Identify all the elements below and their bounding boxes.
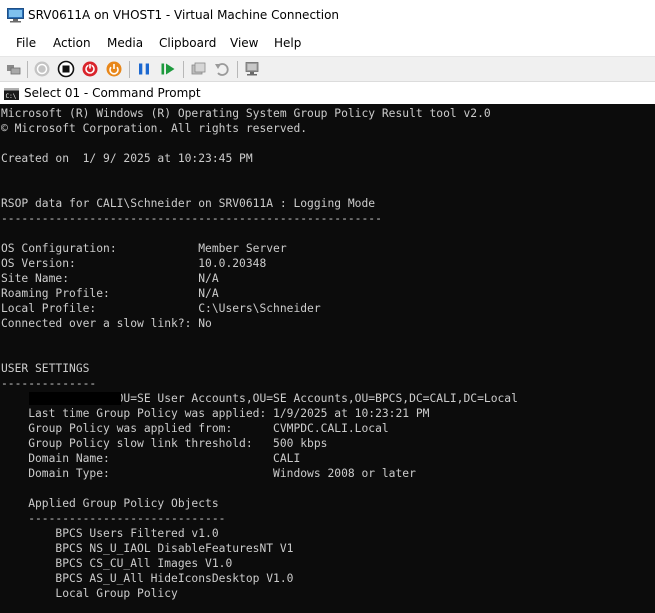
window-title-bar[interactable]: SRV0611A on VHOST1 - Virtual Machine Con… [0, 0, 655, 31]
console-line: Local Profile: C:\Users\Schneider [1, 302, 321, 315]
console-line: © Microsoft Corporation. All rights rese… [1, 122, 308, 135]
console-line: -------------- [1, 377, 97, 390]
console-line: Created on 1/ 9/ 2025 at 10:23:45 PM [1, 152, 253, 165]
start-button[interactable] [33, 60, 51, 78]
vm-monitor-icon [7, 8, 24, 23]
command-prompt-title-bar[interactable]: C:\ Select 01 - Command Prompt [0, 84, 655, 104]
console-line: Connected over a slow link?: No [1, 317, 212, 330]
console-line: Site Name: N/A [1, 272, 219, 285]
console-line: Group Policy slow link threshold: 500 kb… [1, 437, 328, 450]
enhanced-session-button[interactable] [243, 60, 261, 78]
console-line: Last time Group Policy was applied: 1/9/… [1, 407, 430, 420]
console-line: OS Version: 10.0.20348 [1, 257, 267, 270]
console-line: OS Configuration: Member Server [1, 242, 287, 255]
svg-text:C:\: C:\ [6, 93, 17, 100]
revert-button[interactable] [213, 60, 231, 78]
console-line: BPCS AS_U_All HideIconsDesktop V1.0 [1, 572, 294, 585]
menu-bar: File Action Media Clipboard View Help [0, 33, 655, 55]
console-line: BPCS NS_U_IAOL DisableFeaturesNT V1 [1, 542, 294, 555]
command-prompt-title: Select 01 - Command Prompt [24, 86, 201, 100]
save-state-icon [106, 61, 122, 77]
checkpoint-button[interactable] [189, 60, 207, 78]
console-line: ----------------------------------------… [1, 212, 382, 225]
console-line: Roaming Profile: N/A [1, 287, 219, 300]
toolbar [0, 56, 655, 82]
menu-media[interactable]: Media [107, 36, 143, 50]
window-title: SRV0611A on VHOST1 - Virtual Machine Con… [28, 8, 340, 22]
redaction-bar [29, 392, 121, 405]
resume-icon [161, 63, 175, 75]
command-prompt-icon: C:\ [4, 88, 19, 100]
console-line: ----------------------------- [1, 512, 226, 525]
pause-button[interactable] [135, 60, 153, 78]
console-output[interactable]: Microsoft (R) Windows (R) Operating Syst… [0, 104, 655, 613]
turn-off-icon [57, 60, 75, 78]
menu-clipboard[interactable]: Clipboard [159, 36, 216, 50]
console-line: Group Policy was applied from: CVMPDC.CA… [1, 422, 389, 435]
menu-file[interactable]: File [16, 36, 36, 50]
enhanced-session-icon [245, 62, 259, 76]
menu-action[interactable]: Action [53, 36, 91, 50]
console-line: USER SETTINGS [1, 362, 90, 375]
ctrl-alt-del-icon [7, 65, 21, 75]
ctrl-alt-del-button[interactable] [5, 60, 23, 78]
start-icon [34, 61, 50, 77]
shut-down-icon [82, 61, 98, 77]
console-line: Domain Type: Windows 2008 or later [1, 467, 416, 480]
console-line: Local Group Policy [1, 587, 178, 600]
save-state-button[interactable] [105, 60, 123, 78]
menu-view[interactable]: View [230, 36, 258, 50]
revert-icon [215, 63, 229, 76]
shut-down-button[interactable] [81, 60, 99, 78]
console-line: Domain Name: CALI [1, 452, 301, 465]
console-line: Applied Group Policy Objects [1, 497, 219, 510]
checkpoint-icon [191, 62, 206, 75]
turn-off-button[interactable] [57, 60, 75, 78]
pause-icon [139, 63, 149, 75]
console-line: BPCS CS_CU_All Images V1.0 [1, 557, 233, 570]
console-line: RSOP data for CALI\Schneider on SRV0611A… [1, 197, 376, 210]
menu-help[interactable]: Help [274, 36, 301, 50]
console-line: BPCS Users Filtered v1.0 [1, 527, 219, 540]
console-line: Microsoft (R) Windows (R) Operating Syst… [1, 107, 491, 120]
resume-button[interactable] [159, 60, 177, 78]
